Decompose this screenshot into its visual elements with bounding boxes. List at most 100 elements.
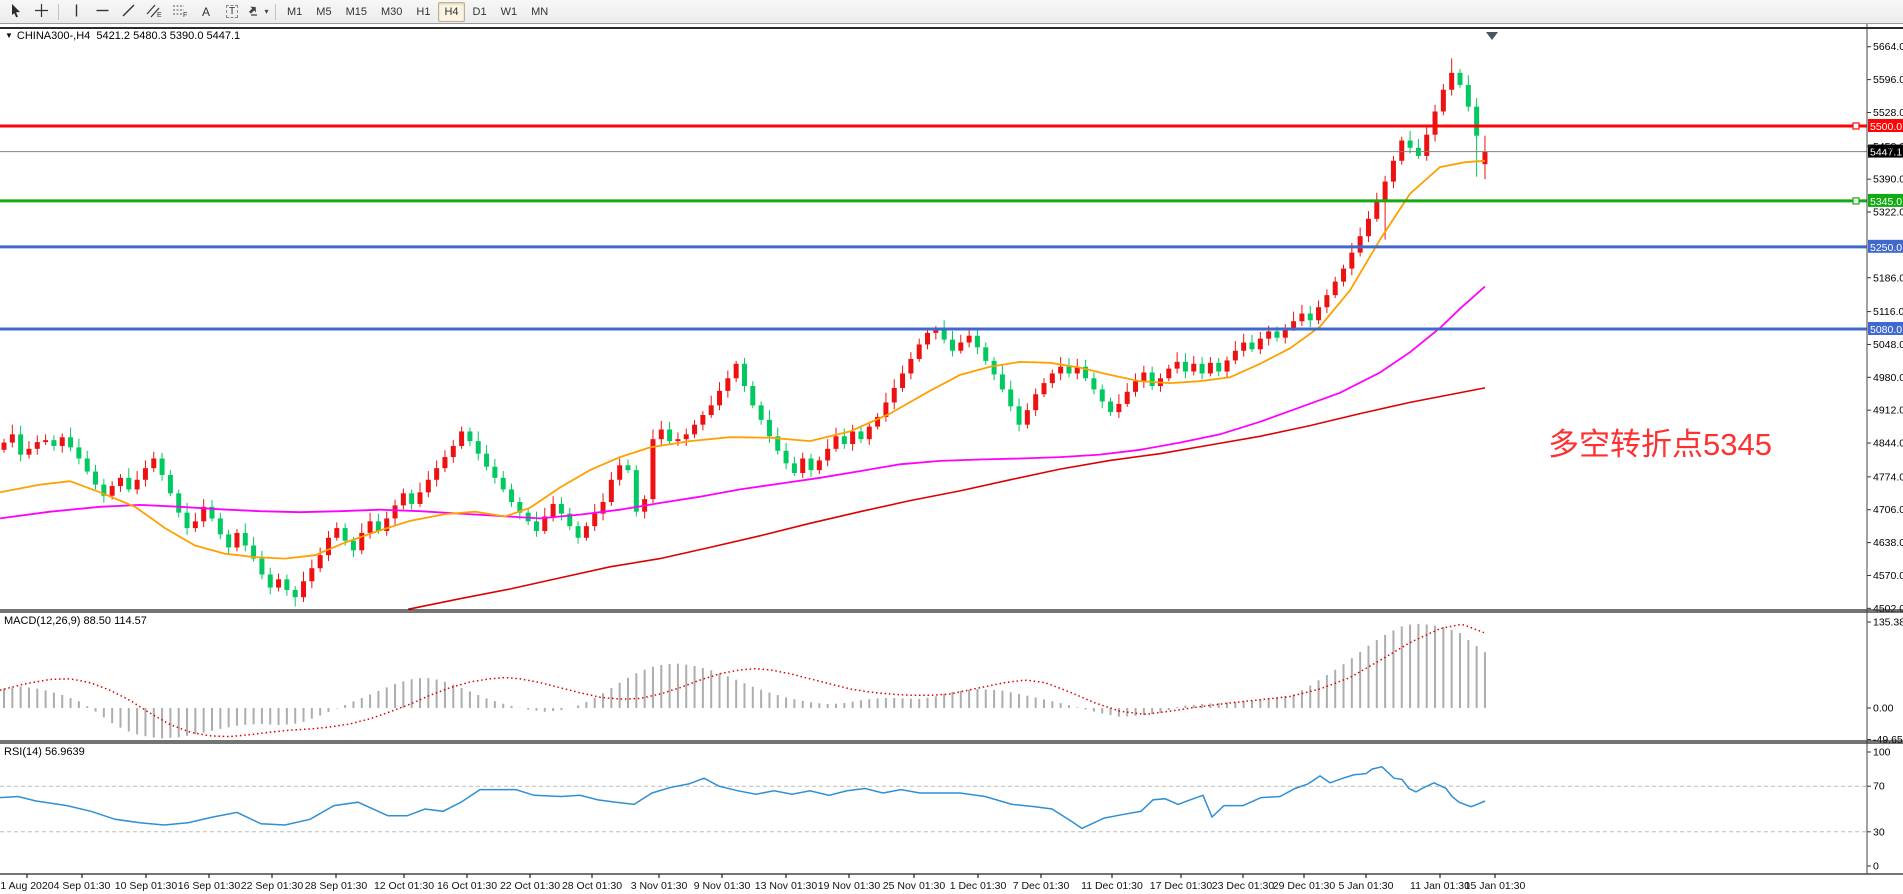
timeframe-h4-button[interactable]: H4 — [438, 2, 464, 22]
horizontal-line-icon — [95, 3, 110, 21]
cursor-icon — [8, 3, 23, 21]
vertical-line-icon — [69, 3, 84, 21]
arrow-objects-button[interactable]: ▾ — [246, 2, 270, 22]
time-axis-label: 17 Dec 01:30 — [1150, 880, 1213, 892]
ohlc-values: 5421.2 5480.3 5390.0 5447.1 — [96, 30, 240, 42]
price-axis-label: 4706.0 — [1873, 504, 1903, 516]
time-axis-label: 28 Oct 01:30 — [562, 880, 622, 892]
timeframe-w1-button[interactable]: W1 — [495, 2, 524, 22]
time-axis[interactable]: 1 Aug 20204 Sep 01:3010 Sep 01:3016 Sep … — [0, 874, 1525, 892]
chart-text-annotation[interactable]: 多空转折点5345 — [1548, 429, 1772, 460]
time-axis-label: 19 Nov 01:30 — [818, 880, 881, 892]
timeframe-m5-button[interactable]: M5 — [310, 2, 337, 22]
price-axis-label: 4844.0 — [1873, 438, 1903, 450]
fibonacci-retracement-icon: F — [172, 3, 188, 21]
macd-signal-line — [0, 625, 1484, 737]
chart-dropdown-icon[interactable]: ▼ — [5, 31, 13, 40]
text-button[interactable]: A — [194, 2, 218, 22]
text-label-icon: T — [226, 5, 238, 18]
price-axis-label: 5390.0 — [1873, 174, 1903, 186]
time-axis-label: 28 Sep 01:30 — [305, 880, 368, 892]
main-chart-panel[interactable] — [0, 32, 1867, 609]
chart-window[interactable]: ▼ CHINA300-,H4 5421.2 5480.3 5390.0 5447.… — [0, 24, 1903, 894]
fibonacci-retracement-button[interactable]: F — [168, 2, 192, 22]
svg-text:F: F — [183, 12, 187, 18]
price-axis-label: 5664.0 — [1873, 41, 1903, 53]
timeframe-mn-button[interactable]: MN — [525, 2, 554, 22]
hline-handle[interactable] — [1853, 123, 1859, 129]
price-axis-label: 4912.0 — [1873, 405, 1903, 417]
macd-indicator-label: MACD(12,26,9) 88.50 114.57 — [4, 615, 147, 627]
arrow-objects-icon — [247, 3, 262, 21]
symbol-period-label: CHINA300-,H4 — [17, 30, 90, 42]
time-axis-label: 11 Dec 01:30 — [1081, 880, 1143, 892]
time-axis-label: 29 Dec 01:30 — [1273, 880, 1336, 892]
rsi-line — [0, 767, 1485, 829]
hline-handle[interactable] — [1853, 198, 1859, 204]
time-axis-label: 22 Sep 01:30 — [241, 880, 304, 892]
equidistant-channel-icon: E — [146, 3, 162, 21]
timeframe-m15-button[interactable]: M15 — [340, 2, 373, 22]
time-axis-label: 5 Jan 01:30 — [1339, 880, 1394, 892]
time-axis-label: 15 Jan 01:30 — [1465, 880, 1526, 892]
chart-title: ▼ CHINA300-,H4 5421.2 5480.3 5390.0 5447.… — [5, 30, 240, 42]
equidistant-channel-button[interactable]: E — [142, 2, 166, 22]
macd-panel[interactable] — [0, 624, 1485, 739]
toolbar-separator — [275, 4, 276, 20]
rsi-indicator-label: RSI(14) 56.9639 — [4, 746, 85, 758]
price-axis-label: 5458.0 — [1873, 141, 1903, 153]
time-axis-label: 9 Nov 01:30 — [694, 880, 751, 892]
ma-mid-line — [0, 287, 1485, 519]
time-axis-label: 16 Sep 01:30 — [178, 880, 241, 892]
ma-fast-line — [0, 161, 1485, 559]
chart-frame-top — [0, 27, 1903, 29]
horizontal-line-button[interactable] — [90, 2, 114, 22]
text-icon: A — [202, 5, 210, 19]
cursor-button[interactable] — [3, 2, 27, 22]
trendline-button[interactable] — [116, 2, 140, 22]
candles — [2, 58, 1488, 606]
timeframe-d1-button[interactable]: D1 — [467, 2, 493, 22]
price-axis-label: 4502.0 — [1873, 603, 1903, 615]
price-axis-label: 5048.0 — [1873, 339, 1903, 351]
trading-platform-window: E F A T ▾ M1M5M15M30H1H4D1W1MN ▼ CHINA300-,H4 … — [0, 0, 1903, 894]
price-axis-label: 5186.0 — [1873, 272, 1903, 284]
macd-axis-label: -49.65 — [1873, 734, 1903, 746]
text-label-button[interactable]: T — [220, 2, 244, 22]
rsi-axis-label: 70 — [1873, 781, 1885, 793]
price-axis-label: 4980.0 — [1873, 372, 1903, 384]
price-axis-label: 5528.0 — [1873, 107, 1903, 119]
price-axis-label: 5322.0 — [1873, 207, 1903, 219]
price-tag-text: 5500.0 — [1870, 121, 1902, 133]
timeframe-h1-button[interactable]: H1 — [410, 2, 436, 22]
rsi-panel[interactable] — [0, 767, 1867, 832]
price-axis-label: 4638.0 — [1873, 537, 1903, 549]
price-tag-text: 5250.0 — [1870, 242, 1902, 254]
time-axis-label: 3 Nov 01:30 — [631, 880, 688, 892]
ma-slow-line — [408, 388, 1485, 609]
dropdown-arrow-icon[interactable]: ▾ — [264, 7, 268, 16]
down-arrow-marker[interactable] — [1486, 32, 1498, 40]
rsi-axis-label: 30 — [1873, 826, 1885, 838]
price-tag-text: 5080.0 — [1870, 324, 1902, 336]
crosshair-icon — [34, 3, 49, 21]
trendline-icon — [121, 3, 136, 21]
time-axis-label: 13 Nov 01:30 — [755, 880, 818, 892]
timeframe-m30-button[interactable]: M30 — [375, 2, 408, 22]
price-axis-label: 4570.0 — [1873, 570, 1903, 582]
macd-axis-label: 135.38 — [1873, 617, 1903, 629]
price-axis-label: 4774.0 — [1873, 471, 1903, 483]
time-axis-label: 7 Dec 01:30 — [1013, 880, 1070, 892]
toolbar: E F A T ▾ M1M5M15M30H1H4D1W1MN — [0, 0, 1903, 24]
price-axis[interactable]: 5500.05345.05250.05080.05447.15664.05596… — [1867, 41, 1903, 872]
rsi-axis-label: 0 — [1873, 861, 1879, 873]
toolbar-separator — [58, 4, 59, 20]
price-axis-label: 5116.0 — [1873, 306, 1903, 318]
timeframe-m1-button[interactable]: M1 — [281, 2, 308, 22]
time-axis-label: 23 Dec 01:30 — [1212, 880, 1275, 892]
vertical-line-button[interactable] — [64, 2, 88, 22]
crosshair-button[interactable] — [29, 2, 53, 22]
time-axis-label: 1 Dec 01:30 — [950, 880, 1007, 892]
time-axis-label: 11 Jan 01:30 — [1410, 880, 1470, 892]
time-axis-label: 1 Aug 2020 — [0, 880, 53, 892]
